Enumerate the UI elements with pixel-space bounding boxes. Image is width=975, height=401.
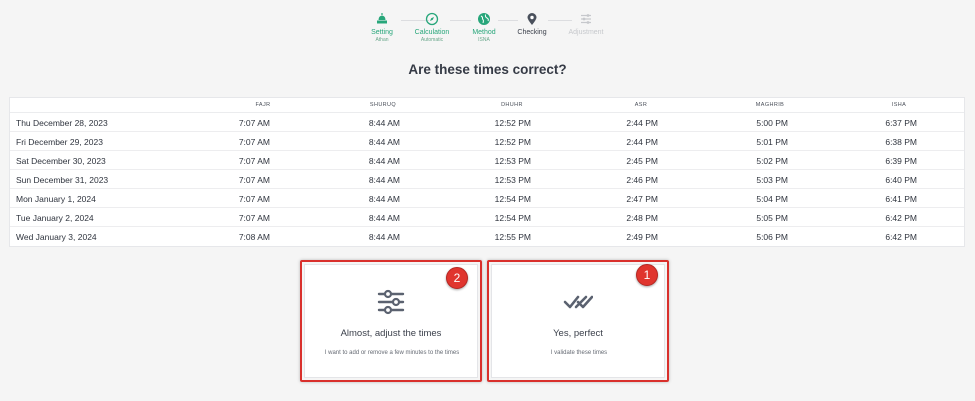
time-cell-maghrib: 5:03 PM [756,175,788,185]
time-cell-dhuhr: 12:53 PM [494,156,531,166]
table-row: Sun December 31, 2023 7:07 AM 8:44 AM 12:53… [10,170,964,189]
time-cell-maghrib: 5:04 PM [756,194,788,204]
time-cell-dhuhr: 12:52 PM [494,118,531,128]
table-row: Sat December 30, 2023 7:07 AM 8:44 AM 12:53… [10,151,964,170]
time-cell-dhuhr: 12:55 PM [494,232,531,242]
time-cell-fajr: 7:07 AM [238,118,270,128]
map-pin-icon [527,13,537,25]
time-cell-fajr: 7:07 AM [238,194,270,204]
annotation-badge-2: 2 [446,267,468,289]
column-header-isha: ISHA [891,102,907,108]
time-cell-isha: 6:37 PM [885,118,917,128]
time-cell-maghrib: 5:00 PM [756,118,788,128]
row-date: Tue January 2, 2024 [16,213,94,223]
time-cell-maghrib: 5:06 PM [756,232,788,242]
page-title: Are these times correct? [408,62,567,77]
prayer-times-table: FAJR SHURUQ DHUHR ASR MAGHRIB ISHA Thu D… [9,97,965,247]
table-header: FAJR SHURUQ DHUHR ASR MAGHRIB ISHA [10,98,964,113]
time-cell-asr: 2:44 PM [626,137,658,147]
time-cell-asr: 2:44 PM [626,118,658,128]
column-header-dhuhr: DHUHR [501,102,523,108]
time-cell-maghrib: 5:01 PM [756,137,788,147]
table-row: Fri December 29, 2023 7:07 AM 8:44 AM 12:52… [10,132,964,151]
sliders-icon [581,14,591,24]
time-cell-isha: 6:42 PM [885,213,917,223]
time-cell-fajr: 7:08 AM [238,232,270,242]
time-cell-shuruq: 8:44 AM [368,156,400,166]
annotation-badge-1: 1 [636,264,658,286]
time-cell-asr: 2:46 PM [626,175,658,185]
time-cell-isha: 6:38 PM [885,137,917,147]
time-cell-shuruq: 8:44 AM [368,137,400,147]
compass-icon [425,12,439,26]
time-cell-shuruq: 8:44 AM [368,118,400,128]
progress-stepper: Setting Athan Calculation Automatic Meth… [0,12,975,46]
globe-icon [478,13,490,25]
time-cell-asr: 2:49 PM [626,232,658,242]
row-date: Mon January 1, 2024 [16,194,96,204]
time-cell-shuruq: 8:44 AM [368,213,400,223]
row-date: Thu December 28, 2023 [16,118,108,128]
step-label: Adjustment [568,29,604,36]
time-cell-fajr: 7:07 AM [238,156,270,166]
row-date: Fri December 29, 2023 [16,137,103,147]
table-body: Thu December 28, 2023 7:07 AM 8:44 AM 12:52… [10,113,964,246]
time-cell-isha: 6:39 PM [885,156,917,166]
table-row: Tue January 2, 2024 7:07 AM 8:44 AM 12:54 P… [10,208,964,227]
time-cell-asr: 2:45 PM [626,156,658,166]
row-date: Wed January 3, 2024 [16,232,97,242]
time-cell-dhuhr: 12:53 PM [494,175,531,185]
time-cell-shuruq: 8:44 AM [368,232,400,242]
time-cell-dhuhr: 12:52 PM [494,137,531,147]
time-cell-dhuhr: 12:54 PM [494,194,531,204]
time-cell-isha: 6:41 PM [885,194,917,204]
step-sublabel: ISNA [478,37,490,43]
time-cell-dhuhr: 12:54 PM [494,213,531,223]
column-header-fajr: FAJR [255,102,271,108]
time-cell-asr: 2:47 PM [626,194,658,204]
time-cell-maghrib: 5:05 PM [756,213,788,223]
time-cell-asr: 2:48 PM [626,213,658,223]
time-cell-isha: 6:40 PM [885,175,917,185]
column-header-asr: ASR [634,102,648,108]
table-row: Wed January 3, 2024 7:08 AM 8:44 AM 12:55 P… [10,227,964,246]
time-cell-fajr: 7:07 AM [238,213,270,223]
column-header-shuruq: SHURUQ [369,102,397,108]
time-cell-maghrib: 5:02 PM [756,156,788,166]
row-date: Sun December 31, 2023 [16,175,109,185]
time-cell-isha: 6:42 PM [885,232,917,242]
row-date: Sat December 30, 2023 [16,156,106,166]
time-cell-shuruq: 8:44 AM [368,175,400,185]
time-cell-fajr: 7:07 AM [238,137,270,147]
time-cell-fajr: 7:07 AM [238,175,270,185]
table-row: Thu December 28, 2023 7:07 AM 8:44 AM 12:52… [10,113,964,132]
mosque-icon [377,13,387,24]
table-row: Mon January 1, 2024 7:07 AM 8:44 AM 12:54 P… [10,189,964,208]
time-cell-shuruq: 8:44 AM [368,194,400,204]
column-header-maghrib: MAGHRIB [755,102,785,108]
step-adjustment[interactable]: Adjustment [551,12,621,37]
